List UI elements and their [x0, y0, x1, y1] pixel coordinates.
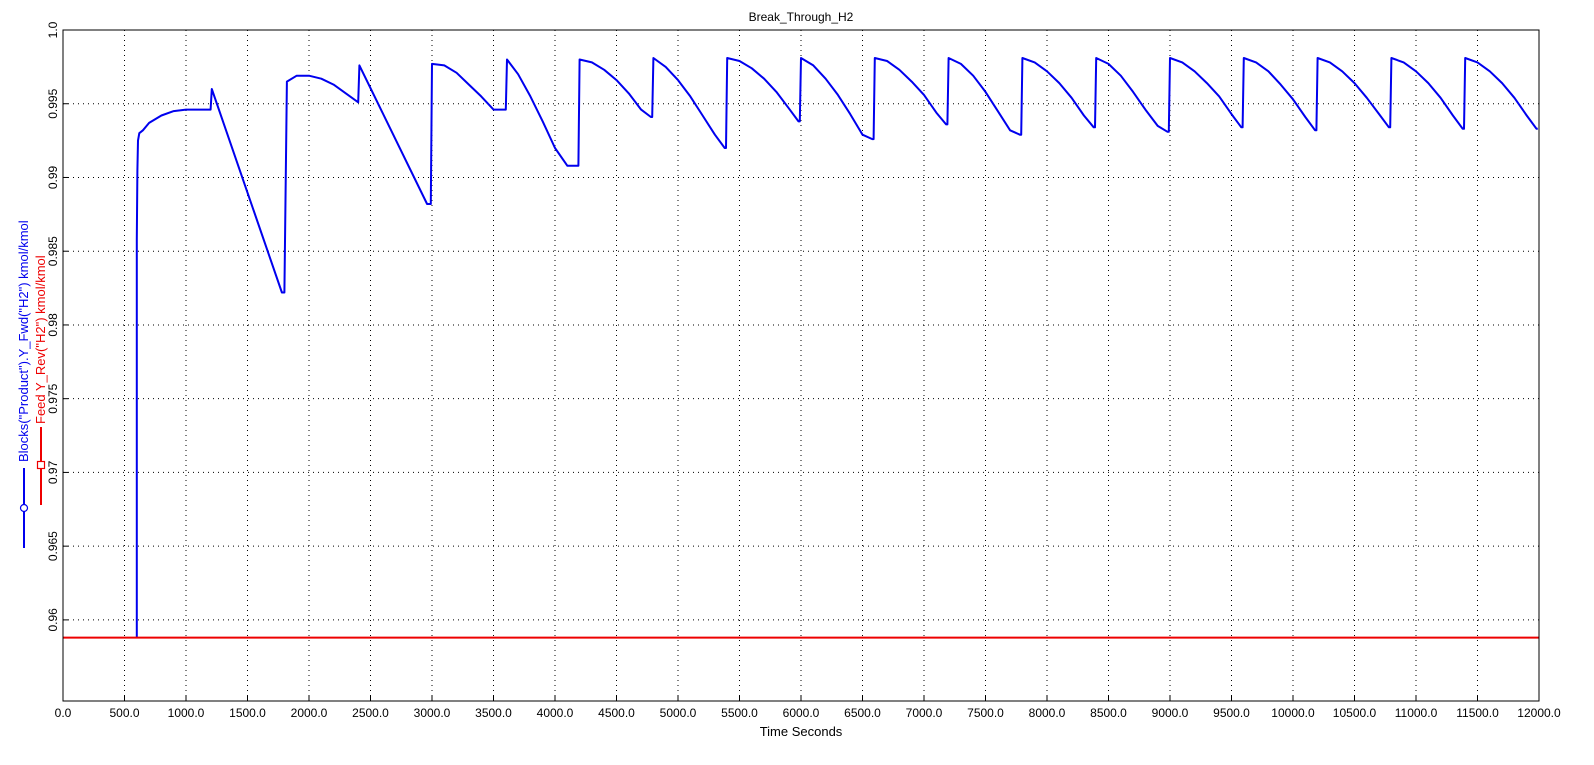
- x-tick-label: 4500.0: [598, 706, 635, 720]
- x-tick-label: 8500.0: [1090, 706, 1127, 720]
- x-tick-label: 3000.0: [414, 706, 451, 720]
- x-tick-label: 10500.0: [1333, 706, 1377, 720]
- y-tick-label: 0.96: [46, 608, 60, 632]
- y-tick-label: 1.0: [46, 21, 60, 38]
- x-tick-label: 10000.0: [1271, 706, 1315, 720]
- x-tick-label: 1500.0: [229, 706, 266, 720]
- x-tick-label: 5000.0: [660, 706, 697, 720]
- y-tick-label: 0.975: [46, 383, 60, 413]
- x-tick-label: 11000.0: [1395, 706, 1438, 720]
- x-tick-label: 0.0: [55, 706, 72, 720]
- legend-label: Feed Y_Rev("H2") kmol/kmol: [33, 255, 48, 424]
- x-tick-label: 7000.0: [906, 706, 943, 720]
- x-tick-label: 3500.0: [475, 706, 512, 720]
- x-tick-label: 6500.0: [844, 706, 881, 720]
- legend-entry-1: Blocks("Product").Y_Fwd("H2") kmol/kmol: [16, 220, 31, 548]
- chart-title: Break_Through_H2: [749, 10, 854, 24]
- x-tick-label: 2000.0: [291, 706, 328, 720]
- x-tick-label: 7500.0: [967, 706, 1004, 720]
- legend-marker-circle: [19, 503, 29, 513]
- legend-marker-square: [36, 460, 46, 470]
- x-tick-label: 500.0: [109, 706, 139, 720]
- legend: Blocks("Product").Y_Fwd("H2") kmol/kmol F…: [16, 220, 48, 548]
- y-tick-label: 0.98: [46, 313, 60, 337]
- x-tick-label: 9000.0: [1152, 706, 1189, 720]
- x-tick-label: 12000.0: [1517, 706, 1561, 720]
- chart: 0.0 500.0 1000.0 1500.0 2000.0 2500.0 3000.0 35…: [0, 0, 1594, 760]
- x-tick-label: 6000.0: [783, 706, 820, 720]
- x-tick-label: 5500.0: [721, 706, 758, 720]
- x-tick-label: 9500.0: [1213, 706, 1250, 720]
- x-tick-label: 4000.0: [537, 706, 574, 720]
- x-tick-label: 11500.0: [1456, 706, 1499, 720]
- y-tick-label: 0.995: [46, 88, 60, 118]
- y-tick-label: 0.985: [46, 236, 60, 266]
- y-tick-label: 0.99: [46, 165, 60, 189]
- y-tick-label: 0.965: [46, 531, 60, 561]
- legend-label: Blocks("Product").Y_Fwd("H2") kmol/kmol: [16, 220, 31, 462]
- x-axis-label: Time Seconds: [760, 724, 843, 739]
- x-tick-label: 2500.0: [352, 706, 389, 720]
- x-tick-label: 8000.0: [1029, 706, 1066, 720]
- y-tick-label: 0.97: [46, 460, 60, 484]
- x-tick-label: 1000.0: [168, 706, 205, 720]
- chart-svg: 0.0 500.0 1000.0 1500.0 2000.0 2500.0 3000.0 35…: [16, 10, 1561, 739]
